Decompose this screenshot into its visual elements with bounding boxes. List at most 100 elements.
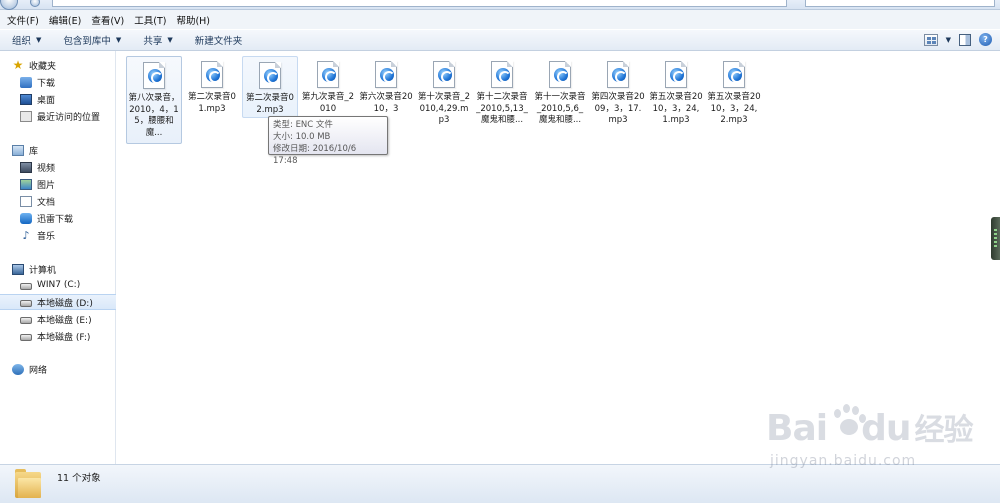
- file-name: 第四次录音2009，3，17.mp3: [591, 92, 645, 125]
- nav-music[interactable]: ♪ 音乐: [20, 227, 116, 243]
- enc-audio-file-icon: [201, 61, 223, 88]
- nav-documents[interactable]: 文档: [20, 193, 116, 209]
- file-name: 第十次录音_2010,4,29.mp3: [417, 92, 471, 125]
- menu-edit[interactable]: 编辑(E): [47, 13, 89, 27]
- enc-audio-file-icon: [723, 61, 745, 88]
- file-name: 第六次录音2010，3: [359, 92, 413, 114]
- file-item[interactable]: 第八次录音，2010，4，15，腰腰和魔...: [126, 56, 182, 144]
- help-icon[interactable]: ?: [979, 33, 992, 46]
- new-folder-label: 新建文件夹: [194, 36, 243, 47]
- file-item[interactable]: 第五次录音2010，3，24,2.mp3: [706, 56, 762, 144]
- file-item[interactable]: 第十一次录音_2010,5,6_魔鬼和腰...: [532, 56, 588, 144]
- address-strip: [0, 0, 1000, 10]
- network-icon: [12, 363, 24, 375]
- tooltip-modified: 修改日期: 2016/10/6 17:48: [273, 144, 357, 166]
- enc-audio-file-icon: [549, 61, 571, 88]
- nav-drive-c[interactable]: WIN7 (C:): [20, 277, 116, 293]
- file-item[interactable]: 第十二次录音_2010,5,13_魔鬼和腰...: [474, 56, 530, 144]
- nav-label: 最近访问的位置: [37, 112, 101, 123]
- menu-tools[interactable]: 工具(T): [132, 13, 174, 27]
- file-list-view[interactable]: 第八次录音，2010，4，15，腰腰和魔... 第二次录音01.mp3 第二次录…: [117, 51, 990, 464]
- nav-desktop[interactable]: 桌面: [20, 91, 116, 107]
- nav-label: 计算机: [29, 265, 57, 276]
- file-name: 第二次录音01.mp3: [188, 92, 236, 114]
- include-library-label: 包含到库中: [63, 36, 111, 47]
- download-icon: [20, 76, 32, 88]
- file-item[interactable]: 第五次录音2010，3，24,1.mp3: [648, 56, 704, 144]
- file-item[interactable]: 第十次录音_2010,4,29.mp3: [416, 56, 472, 144]
- new-folder-button[interactable]: 新建文件夹: [195, 33, 243, 47]
- nav-computer[interactable]: 计算机: [12, 261, 116, 277]
- enc-audio-file-icon: [491, 61, 513, 88]
- share-button[interactable]: 共享 ▼: [143, 33, 172, 47]
- star-icon: ★: [12, 57, 24, 72]
- nav-recent[interactable]: 最近访问的位置: [20, 108, 116, 124]
- nav-drive-d[interactable]: 本地磁盘 (D:): [0, 294, 116, 310]
- nav-favorites[interactable]: ★ 收藏夹: [12, 57, 116, 73]
- menu-help[interactable]: 帮助(H): [174, 13, 218, 27]
- chevron-down-icon: ▼: [36, 36, 42, 44]
- documents-icon: [20, 195, 32, 207]
- chevron-down-icon: ▼: [167, 36, 173, 44]
- tooltip-size: 大小: 10.0 MB: [273, 132, 331, 142]
- hard-drive-icon: [20, 282, 32, 290]
- file-item[interactable]: 第四次录音2009，3，17.mp3: [590, 56, 646, 144]
- music-note-icon: ♪: [22, 228, 30, 242]
- nav-label: 收藏夹: [29, 61, 57, 72]
- nav-label: 本地磁盘 (E:): [37, 315, 92, 326]
- file-item[interactable]: 第二次录音02.mp3: [242, 56, 298, 118]
- organize-button[interactable]: 组织 ▼: [12, 33, 41, 47]
- file-name: 第十一次录音_2010,5,6_魔鬼和腰...: [534, 92, 586, 125]
- back-button[interactable]: [0, 0, 18, 10]
- hard-drive-icon: [20, 333, 32, 341]
- nav-label: 本地磁盘 (D:): [37, 298, 93, 309]
- nav-label: 视频: [37, 163, 56, 174]
- menu-bar: 文件(F) 编辑(E) 查看(V) 工具(T) 帮助(H): [0, 10, 1000, 29]
- computer-icon: [12, 263, 24, 275]
- file-name: 第五次录音2010，3，24,2.mp3: [707, 92, 761, 125]
- nav-label: 本地磁盘 (F:): [37, 332, 91, 343]
- navigation-pane: ★ 收藏夹 下载 桌面 最近访问的位置 库 视频 图片 文档 迅雷下载 ♪ 音乐…: [0, 51, 116, 464]
- menu-file[interactable]: 文件(F): [5, 13, 47, 27]
- file-item[interactable]: 第二次录音01.mp3: [184, 56, 240, 144]
- hard-drive-icon: [20, 299, 32, 307]
- forward-button[interactable]: [30, 0, 40, 7]
- side-drag-handle[interactable]: [991, 217, 1000, 260]
- nav-videos[interactable]: 视频: [20, 159, 116, 175]
- desktop-icon: [20, 93, 32, 105]
- preview-pane-icon[interactable]: [959, 33, 971, 46]
- menu-view[interactable]: 查看(V): [89, 13, 132, 27]
- enc-audio-file-icon: [143, 62, 165, 89]
- file-name: 第二次录音02.mp3: [246, 93, 294, 115]
- folder-icon: [15, 469, 43, 499]
- file-name: 第九次录音_2010: [301, 92, 355, 114]
- search-input[interactable]: [805, 0, 995, 7]
- tooltip-type: 类型: ENC 文件: [273, 120, 333, 130]
- nav-libraries[interactable]: 库: [12, 142, 116, 158]
- enc-audio-file-icon: [375, 61, 397, 88]
- recent-places-icon: [20, 110, 32, 122]
- nav-drive-e[interactable]: 本地磁盘 (E:): [20, 311, 116, 327]
- organize-label: 组织: [12, 36, 32, 47]
- nav-drive-f[interactable]: 本地磁盘 (F:): [20, 328, 116, 344]
- file-name: 第十二次录音_2010,5,13_魔鬼和腰...: [476, 92, 528, 125]
- nav-thunder-downloads[interactable]: 迅雷下载: [20, 210, 116, 226]
- nav-label: 图片: [37, 180, 56, 191]
- enc-audio-file-icon: [665, 61, 687, 88]
- address-bar[interactable]: [52, 0, 787, 7]
- enc-audio-file-icon: [433, 61, 455, 88]
- chevron-down-icon[interactable]: ▼: [946, 36, 951, 44]
- include-in-library-button[interactable]: 包含到库中 ▼: [63, 33, 121, 47]
- nav-downloads[interactable]: 下载: [20, 74, 116, 90]
- enc-audio-file-icon: [259, 62, 281, 89]
- nav-pictures[interactable]: 图片: [20, 176, 116, 192]
- nav-label: 库: [29, 146, 39, 157]
- command-bar: 组织 ▼ 包含到库中 ▼ 共享 ▼ 新建文件夹 ▼ ?: [0, 29, 1000, 51]
- nav-label: 迅雷下载: [37, 214, 74, 225]
- nav-network[interactable]: 网络: [12, 361, 116, 377]
- change-view-icon[interactable]: [923, 33, 938, 46]
- file-name: 第八次录音，2010，4，15，腰腰和魔...: [128, 93, 180, 138]
- item-count: 11 个对象: [57, 473, 101, 484]
- hard-drive-icon: [20, 316, 32, 324]
- nav-label: 网络: [29, 365, 48, 376]
